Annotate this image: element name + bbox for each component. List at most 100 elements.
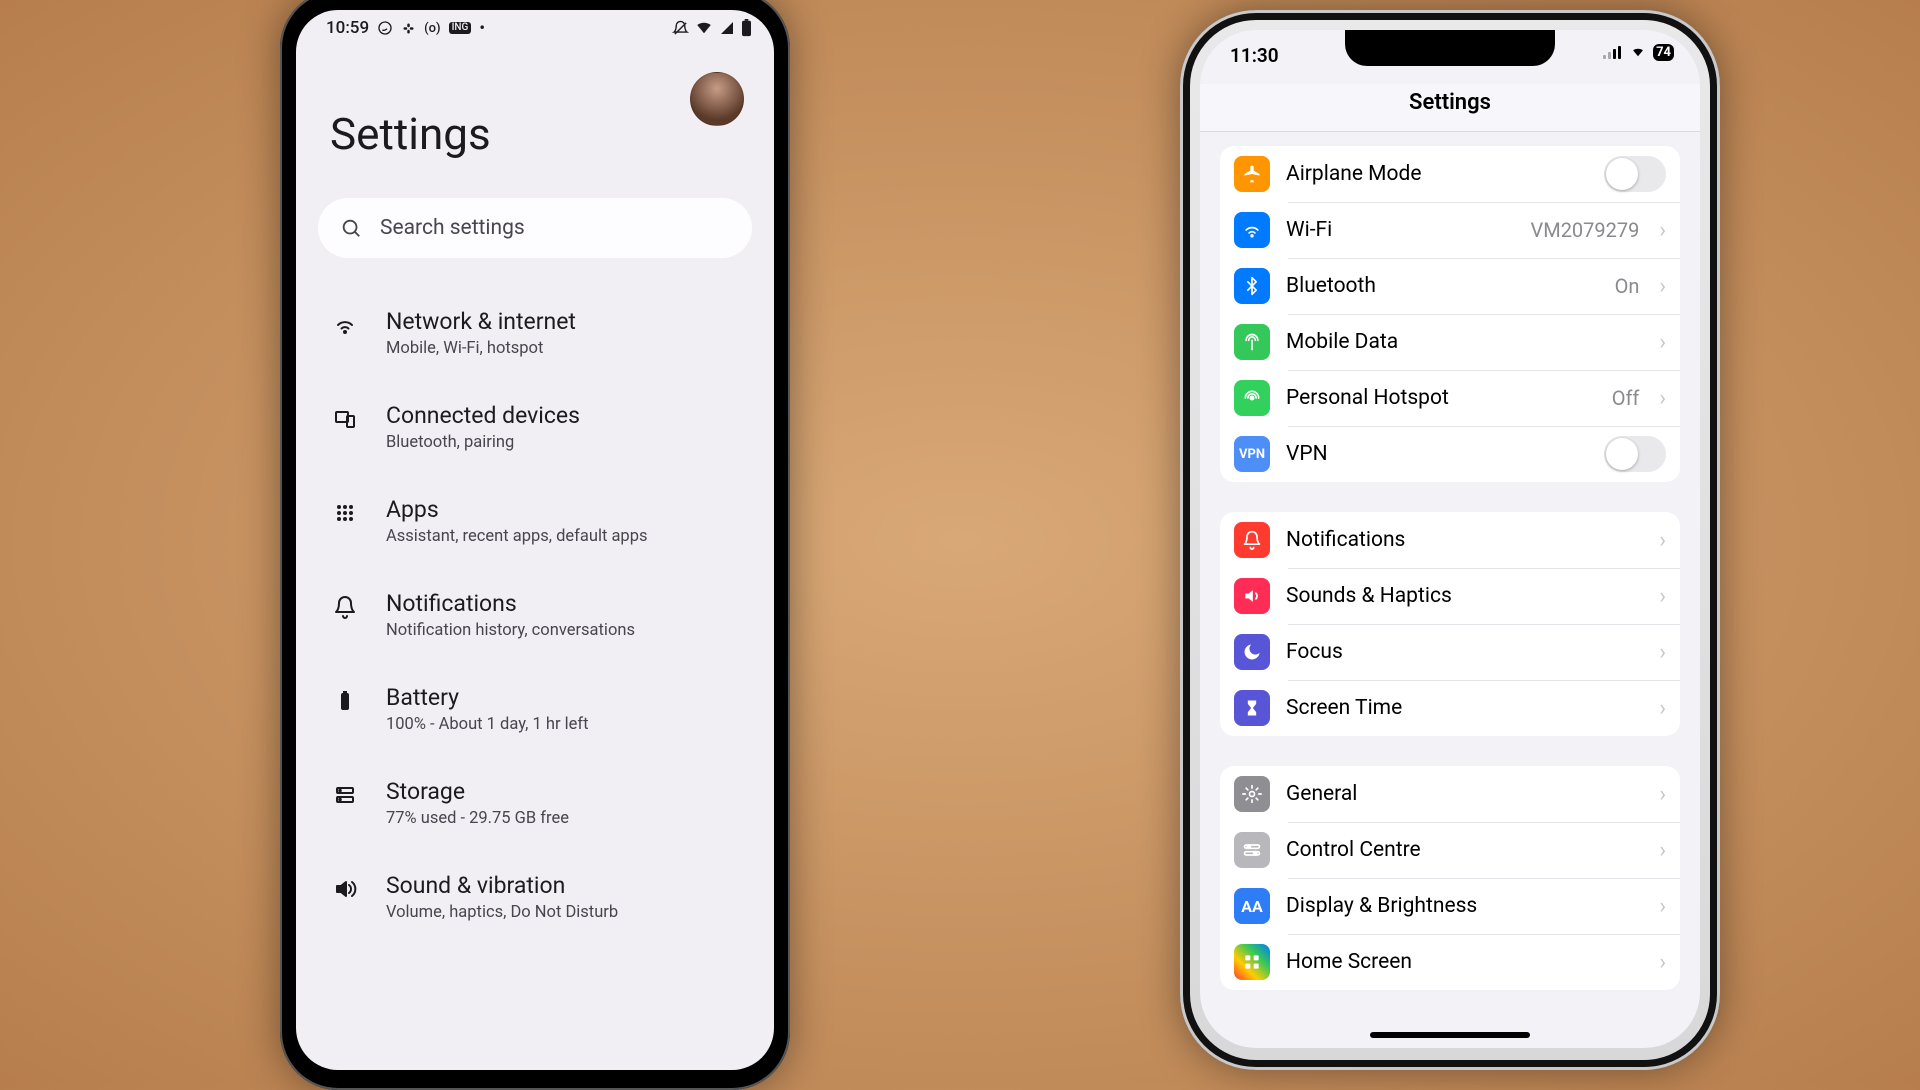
grid-icon bbox=[1234, 944, 1270, 980]
android-header: Settings bbox=[296, 46, 774, 170]
iphone-screen: 11:30 74 Settings Airplane Mode Wi-Fi VM… bbox=[1200, 30, 1700, 1048]
battery-icon bbox=[741, 19, 752, 37]
app-badge-icon: ING bbox=[449, 22, 472, 34]
settings-row-display-brightness[interactable]: AA Display & Brightness › bbox=[1220, 878, 1680, 934]
settings-item-notifications[interactable]: Notifications Notification history, conv… bbox=[296, 568, 774, 662]
storage-icon bbox=[330, 780, 360, 810]
home-indicator[interactable] bbox=[1370, 1032, 1530, 1038]
dot-icon: • bbox=[479, 20, 485, 36]
aa-icon: AA bbox=[1234, 888, 1270, 924]
settings-row-label: Sounds & Haptics bbox=[1286, 584, 1452, 608]
settings-row-home-screen[interactable]: Home Screen › bbox=[1220, 934, 1680, 990]
settings-row-label: General bbox=[1286, 782, 1357, 806]
status-time: 11:30 bbox=[1230, 44, 1279, 67]
chevron-right-icon: › bbox=[1655, 894, 1666, 919]
toggle-switch[interactable] bbox=[1604, 156, 1666, 192]
ios-settings-list[interactable]: Airplane Mode Wi-Fi VM2079279› Bluetooth… bbox=[1200, 132, 1700, 990]
profile-avatar[interactable] bbox=[690, 72, 744, 126]
settings-row-screen-time[interactable]: Screen Time › bbox=[1220, 680, 1680, 736]
volume-icon bbox=[330, 874, 360, 904]
settings-row-wi-fi[interactable]: Wi-Fi VM2079279› bbox=[1220, 202, 1680, 258]
signal-icon bbox=[719, 20, 735, 36]
toggle-switch[interactable] bbox=[1604, 436, 1666, 472]
settings-row-label: Airplane Mode bbox=[1286, 162, 1421, 186]
settings-item-title: Notifications bbox=[386, 590, 635, 617]
hourglass-icon bbox=[1234, 690, 1270, 726]
wifi-icon bbox=[1234, 212, 1270, 248]
airplane-icon bbox=[1234, 156, 1270, 192]
speaker-icon bbox=[1234, 578, 1270, 614]
chevron-right-icon: › bbox=[1655, 584, 1666, 609]
dnd-icon bbox=[672, 20, 689, 37]
status-time: 10:59 bbox=[326, 18, 369, 38]
settings-row-bluetooth[interactable]: Bluetooth On › bbox=[1220, 258, 1680, 314]
whatsapp-icon bbox=[377, 20, 393, 36]
settings-row-mobile-data[interactable]: Mobile Data › bbox=[1220, 314, 1680, 370]
settings-item-sound-vibration[interactable]: Sound & vibration Volume, haptics, Do No… bbox=[296, 850, 774, 944]
settings-row-label: Screen Time bbox=[1286, 696, 1402, 720]
settings-row-label: Notifications bbox=[1286, 528, 1405, 552]
settings-item-battery[interactable]: Battery 100% - About 1 day, 1 hr left bbox=[296, 662, 774, 756]
settings-row-sounds-haptics[interactable]: Sounds & Haptics › bbox=[1220, 568, 1680, 624]
settings-row-airplane-mode[interactable]: Airplane Mode bbox=[1220, 146, 1680, 202]
settings-item-subtitle: 77% used - 29.75 GB free bbox=[386, 809, 569, 828]
switches-icon bbox=[1234, 832, 1270, 868]
chevron-right-icon: › bbox=[1655, 274, 1666, 299]
chevron-right-icon: › bbox=[1655, 386, 1666, 411]
antenna-icon bbox=[1234, 324, 1270, 360]
settings-item-network-internet[interactable]: Network & internet Mobile, Wi-Fi, hotspo… bbox=[296, 286, 774, 380]
settings-group: Notifications › Sounds & Haptics › Focus… bbox=[1220, 512, 1680, 736]
search-placeholder: Search settings bbox=[380, 216, 525, 240]
settings-row-general[interactable]: General › bbox=[1220, 766, 1680, 822]
settings-row-focus[interactable]: Focus › bbox=[1220, 624, 1680, 680]
search-input[interactable]: Search settings bbox=[318, 198, 752, 258]
chevron-right-icon: › bbox=[1655, 640, 1666, 665]
settings-row-label: Focus bbox=[1286, 640, 1343, 664]
chevron-right-icon: › bbox=[1655, 782, 1666, 807]
settings-item-title: Network & internet bbox=[386, 308, 576, 335]
settings-row-label: VPN bbox=[1286, 442, 1328, 466]
settings-item-title: Battery bbox=[386, 684, 589, 711]
bell-icon bbox=[330, 592, 360, 622]
chevron-right-icon: › bbox=[1655, 528, 1666, 553]
settings-row-value: On bbox=[1615, 274, 1640, 298]
settings-row-label: Bluetooth bbox=[1286, 274, 1376, 298]
settings-group: Airplane Mode Wi-Fi VM2079279› Bluetooth… bbox=[1220, 146, 1680, 482]
settings-row-control-centre[interactable]: Control Centre › bbox=[1220, 822, 1680, 878]
bell-icon bbox=[1234, 522, 1270, 558]
settings-item-storage[interactable]: Storage 77% used - 29.75 GB free bbox=[296, 756, 774, 850]
vpn-icon: VPN bbox=[1234, 436, 1270, 472]
android-status-bar: 10:59 (o) ING • bbox=[296, 10, 774, 46]
settings-item-subtitle: Assistant, recent apps, default apps bbox=[386, 527, 647, 546]
wifi-icon bbox=[330, 310, 360, 340]
settings-item-title: Connected devices bbox=[386, 402, 580, 429]
moon-icon bbox=[1234, 634, 1270, 670]
settings-row-personal-hotspot[interactable]: Personal Hotspot Off › bbox=[1220, 370, 1680, 426]
settings-row-label: Display & Brightness bbox=[1286, 894, 1477, 918]
recording-icon: (o) bbox=[424, 22, 440, 35]
settings-row-vpn[interactable]: VPN VPN bbox=[1220, 426, 1680, 482]
search-icon bbox=[340, 217, 362, 239]
chevron-right-icon: › bbox=[1655, 330, 1666, 355]
settings-item-subtitle: 100% - About 1 day, 1 hr left bbox=[386, 715, 589, 734]
settings-row-value: Off bbox=[1612, 386, 1640, 410]
settings-row-label: Mobile Data bbox=[1286, 330, 1398, 354]
settings-item-title: Storage bbox=[386, 778, 569, 805]
settings-item-apps[interactable]: Apps Assistant, recent apps, default app… bbox=[296, 474, 774, 568]
settings-item-connected-devices[interactable]: Connected devices Bluetooth, pairing bbox=[296, 380, 774, 474]
settings-item-title: Apps bbox=[386, 496, 647, 523]
battery-percent: 74 bbox=[1653, 44, 1674, 61]
devices-icon bbox=[330, 404, 360, 434]
settings-row-label: Control Centre bbox=[1286, 838, 1421, 862]
settings-item-subtitle: Notification history, conversations bbox=[386, 621, 635, 640]
battery-icon bbox=[330, 686, 360, 716]
bluetooth-icon bbox=[1234, 268, 1270, 304]
settings-item-subtitle: Mobile, Wi-Fi, hotspot bbox=[386, 339, 576, 358]
settings-row-notifications[interactable]: Notifications › bbox=[1220, 512, 1680, 568]
settings-item-subtitle: Bluetooth, pairing bbox=[386, 433, 580, 452]
wifi-icon bbox=[695, 19, 713, 37]
slack-icon bbox=[401, 21, 416, 36]
settings-row-label: Personal Hotspot bbox=[1286, 386, 1449, 410]
settings-row-label: Wi-Fi bbox=[1286, 218, 1332, 242]
settings-item-title: Sound & vibration bbox=[386, 872, 618, 899]
